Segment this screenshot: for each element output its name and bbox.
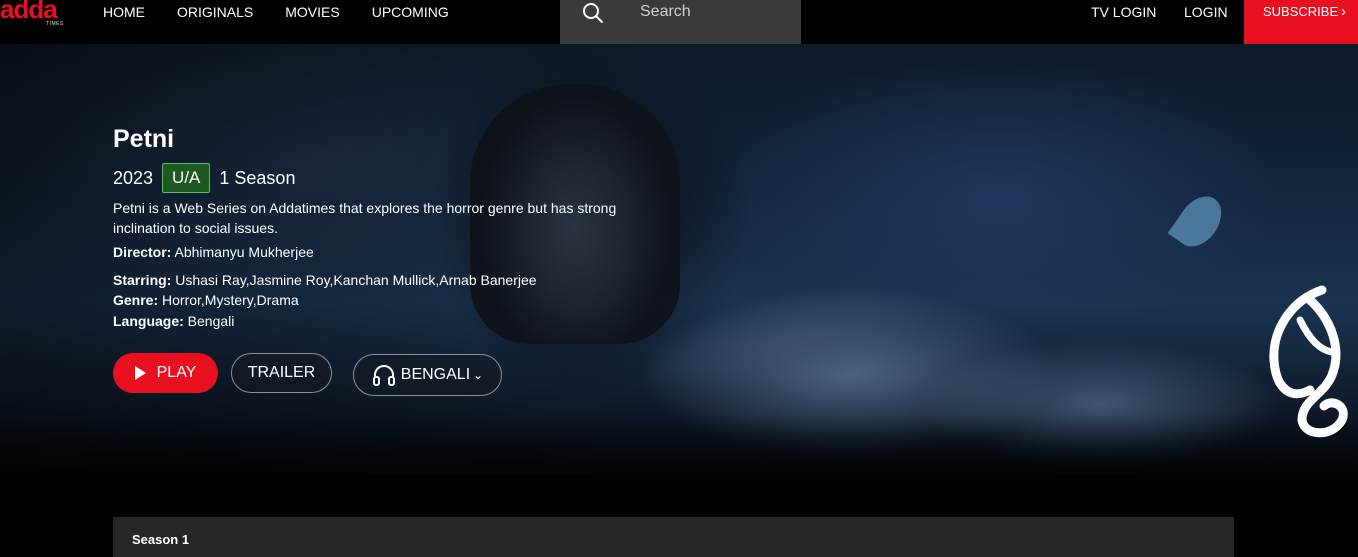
subscribe-button[interactable]: SUBSCRIBE ›	[1244, 0, 1358, 44]
audio-language-dropdown[interactable]: BENGALI ⌄	[353, 354, 502, 396]
search-box[interactable]	[560, 0, 801, 44]
audio-language-label: BENGALI	[400, 366, 471, 383]
director-label: Director:	[113, 244, 172, 260]
language-line: Language: Bengali	[113, 311, 234, 331]
show-meta: 2023 U/A 1 Season	[113, 162, 295, 194]
hero-leaf	[1167, 188, 1231, 255]
main-nav: HOME ORIGINALS MOVIES UPCOMING	[103, 0, 481, 24]
genre-line: Genre: Horror,Mystery,Drama	[113, 290, 299, 310]
nav-movies[interactable]: MOVIES	[285, 0, 339, 24]
show-description: Petni is a Web Series on Addatimes that …	[113, 200, 617, 236]
show-title-art-glyph	[1269, 285, 1348, 438]
play-icon	[134, 366, 146, 380]
logo-text: adda	[0, 0, 58, 24]
nav-home[interactable]: HOME	[103, 0, 145, 24]
headphones-icon	[372, 365, 395, 386]
starring-label: Starring:	[113, 272, 172, 288]
show-title: Petni	[113, 125, 175, 153]
tv-login-link[interactable]: TV LOGIN	[1091, 0, 1156, 24]
genre-values: Horror,Mystery,Drama	[162, 292, 299, 308]
director-name: Abhimanyu Mukherjee	[174, 244, 314, 260]
rating-badge: U/A	[162, 163, 211, 193]
chevron-right-icon: ›	[1341, 3, 1346, 20]
language-label: Language:	[113, 313, 184, 329]
play-label: PLAY	[156, 364, 197, 381]
subscribe-label: SUBSCRIBE	[1263, 4, 1339, 19]
genre-label: Genre:	[113, 292, 159, 308]
trailer-button[interactable]: TRAILER	[231, 353, 332, 393]
addatimes-logo[interactable]: adda TIMES	[0, 0, 70, 27]
nav-originals[interactable]: ORIGINALS	[177, 0, 253, 24]
top-nav-bar: adda TIMES HOME ORIGINALS MOVIES UPCOMIN…	[0, 0, 1358, 44]
director-line: Director: Abhimanyu Mukherjee	[113, 242, 314, 262]
hero-figure-arm	[633, 263, 947, 415]
chevron-down-icon: ⌄	[473, 368, 484, 382]
trailer-label: TRAILER	[247, 364, 316, 381]
logo-subtext: TIMES	[46, 21, 64, 27]
play-button[interactable]: PLAY	[113, 353, 218, 393]
nav-upcoming[interactable]: UPCOMING	[372, 0, 449, 24]
starring-line: Starring: Ushasi Ray,Jasmine Roy,Kanchan…	[113, 270, 537, 290]
login-link[interactable]: LOGIN	[1184, 0, 1228, 24]
language-value: Bengali	[187, 313, 235, 329]
search-input[interactable]	[640, 0, 790, 24]
search-icon	[583, 3, 603, 23]
release-year: 2023	[113, 167, 154, 188]
season-count: 1 Season	[219, 167, 296, 188]
starring-names: Ushasi Ray,Jasmine Roy,Kanchan Mullick,A…	[175, 272, 537, 288]
season-selector[interactable]: Season 1	[113, 517, 1234, 557]
